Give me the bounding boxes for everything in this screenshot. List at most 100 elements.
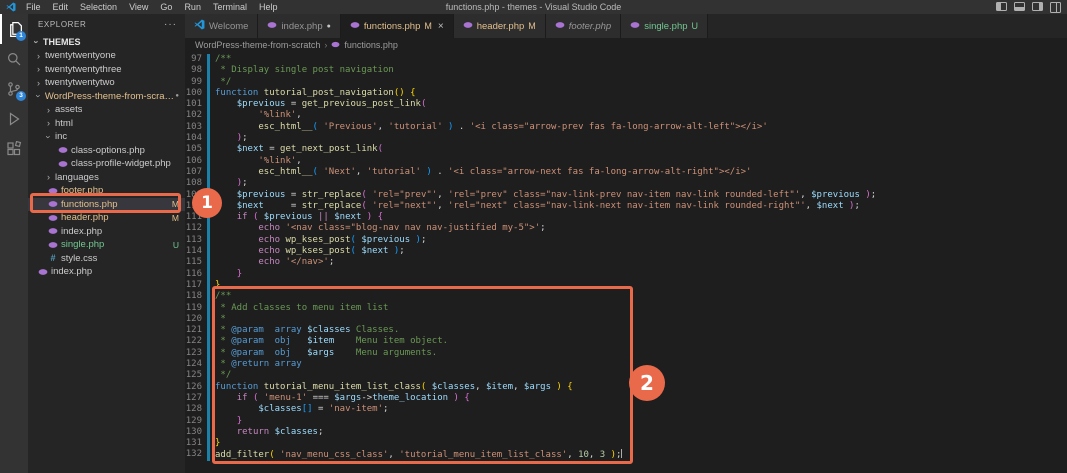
code-line[interactable]: 127 if ( 'menu-1' === $args->theme_locat… bbox=[185, 392, 1067, 405]
line-number[interactable]: 109 bbox=[185, 190, 207, 201]
line-number[interactable]: 106 bbox=[185, 156, 207, 167]
line-number[interactable]: 102 bbox=[185, 110, 207, 121]
line-number[interactable]: 104 bbox=[185, 133, 207, 144]
menu-selection[interactable]: Selection bbox=[74, 0, 123, 14]
code-line[interactable]: 123 * @param obj $args Menu arguments. bbox=[185, 347, 1067, 360]
tree-item-single-php[interactable]: single.php U bbox=[28, 238, 185, 252]
line-number[interactable]: 117 bbox=[185, 280, 207, 291]
line-number[interactable]: 124 bbox=[185, 359, 207, 370]
tree-item-class-profile-widget-php[interactable]: class-profile-widget.php bbox=[28, 157, 185, 171]
line-number[interactable]: 100 bbox=[185, 88, 207, 99]
line-number[interactable]: 123 bbox=[185, 348, 207, 359]
code-line[interactable]: 121 * @param array $classes Classes. bbox=[185, 325, 1067, 337]
line-number[interactable]: 130 bbox=[185, 427, 207, 438]
extensions-icon[interactable] bbox=[0, 134, 28, 164]
code-line[interactable]: 120 * bbox=[185, 313, 1067, 326]
code-line[interactable]: 102 '%link', bbox=[185, 110, 1067, 122]
line-number[interactable]: 107 bbox=[185, 167, 207, 178]
code-line[interactable]: 108 ); bbox=[185, 178, 1067, 190]
menu-terminal[interactable]: Terminal bbox=[207, 0, 253, 14]
run-debug-icon[interactable] bbox=[0, 104, 28, 134]
code-line[interactable]: 126 function tutorial_menu_item_list_clas… bbox=[185, 381, 1067, 393]
code-line[interactable]: 129 } bbox=[185, 415, 1067, 427]
code-line[interactable]: 109 $previous = str_replace( 'rel="prev"… bbox=[185, 189, 1067, 201]
menu-edit[interactable]: Edit bbox=[47, 0, 75, 14]
code-line[interactable]: 110 $next = str_replace( 'rel="next"', '… bbox=[185, 200, 1067, 213]
tree-item-index-php[interactable]: index.php bbox=[28, 225, 185, 239]
code-line[interactable]: 104 ); bbox=[185, 133, 1067, 145]
line-number[interactable]: 126 bbox=[185, 382, 207, 393]
line-number[interactable]: 103 bbox=[185, 122, 207, 133]
line-number[interactable]: 108 bbox=[185, 178, 207, 189]
toggle-panel-icon[interactable] bbox=[1014, 2, 1025, 11]
search-icon[interactable] bbox=[0, 44, 28, 74]
tree-item-WordPress-theme-from-scratch[interactable]: › WordPress-theme-from-scratch ● bbox=[28, 90, 185, 104]
tab-single-php[interactable]: single.php U bbox=[621, 14, 709, 38]
line-number[interactable]: 120 bbox=[185, 314, 207, 325]
code-line[interactable]: 115 echo '</nav>'; bbox=[185, 257, 1067, 269]
toggle-sidebar-icon[interactable] bbox=[996, 2, 1007, 11]
menu-file[interactable]: File bbox=[20, 0, 47, 14]
tab-header-php[interactable]: header.php M bbox=[453, 14, 546, 38]
tab-footer-php[interactable]: footer.php bbox=[545, 14, 622, 38]
line-number[interactable]: 132 bbox=[185, 449, 207, 460]
tree-item-functions-php[interactable]: functions.php M bbox=[28, 197, 185, 211]
close-icon[interactable]: × bbox=[438, 21, 444, 32]
customize-layout-icon[interactable] bbox=[1050, 2, 1061, 14]
code-line[interactable]: 106 '%link', bbox=[185, 155, 1067, 167]
line-number[interactable]: 119 bbox=[185, 303, 207, 314]
more-actions-icon[interactable]: ··· bbox=[164, 19, 177, 30]
tree-item-assets[interactable]: › assets bbox=[28, 103, 185, 117]
line-number[interactable]: 112 bbox=[185, 223, 207, 234]
code-line[interactable]: 117} bbox=[185, 279, 1067, 292]
code-line[interactable]: 98 * Display single post navigation bbox=[185, 65, 1067, 77]
line-number[interactable]: 113 bbox=[185, 235, 207, 246]
code-line[interactable]: 130 return $classes; bbox=[185, 426, 1067, 439]
breadcrumb-folder[interactable]: WordPress-theme-from-scratch bbox=[195, 40, 320, 50]
line-number[interactable]: 127 bbox=[185, 393, 207, 404]
code-line[interactable]: 113 echo wp_kses_post( $previous ); bbox=[185, 234, 1067, 247]
line-number[interactable]: 111 bbox=[185, 212, 207, 223]
line-number[interactable]: 129 bbox=[185, 416, 207, 427]
tree-item-twentytwentytwo[interactable]: › twentytwentytwo bbox=[28, 76, 185, 90]
code-line[interactable]: 103 esc_html__( 'Previous', 'tutorial' )… bbox=[185, 121, 1067, 134]
toggle-secondary-sidebar-icon[interactable] bbox=[1032, 2, 1043, 11]
code-line[interactable]: 122 * @param obj $item Menu item object. bbox=[185, 336, 1067, 348]
line-number[interactable]: 99 bbox=[185, 77, 207, 88]
tree-item-html[interactable]: › html bbox=[28, 117, 185, 131]
menu-go[interactable]: Go bbox=[154, 0, 178, 14]
code-line[interactable]: 118 /** bbox=[185, 291, 1067, 303]
tree-item-header-php[interactable]: header.php M bbox=[28, 211, 185, 225]
code-line[interactable]: 132 add_filter( 'nav_menu_css_class', 'tu… bbox=[185, 449, 1067, 461]
tree-item-inc[interactable]: › inc bbox=[28, 130, 185, 144]
tab-Welcome[interactable]: Welcome bbox=[185, 14, 259, 38]
code-line[interactable]: 124 * @return array bbox=[185, 359, 1067, 371]
code-line[interactable]: 107 esc_html__( 'Next', 'tutorial' ) . '… bbox=[185, 166, 1067, 179]
tab-index-php[interactable]: index.php ● bbox=[258, 14, 341, 38]
line-number[interactable]: 115 bbox=[185, 257, 207, 268]
tree-item-footer-php[interactable]: footer.php bbox=[28, 184, 185, 198]
line-number[interactable]: 131 bbox=[185, 438, 207, 449]
line-number[interactable]: 98 bbox=[185, 65, 207, 76]
code-line[interactable]: 99 */ bbox=[185, 76, 1067, 88]
line-number[interactable]: 121 bbox=[185, 325, 207, 336]
code-line[interactable]: 128 $classes[] = 'nav-item'; bbox=[185, 404, 1067, 416]
tree-item-index-php[interactable]: index.php bbox=[28, 265, 185, 279]
tree-item-twentytwentythree[interactable]: › twentytwentythree bbox=[28, 63, 185, 77]
line-number[interactable]: 105 bbox=[185, 144, 207, 155]
code-line[interactable]: 131} bbox=[185, 438, 1067, 450]
explorer-icon[interactable]: 1 bbox=[0, 14, 28, 44]
source-control-icon[interactable]: 3 bbox=[0, 74, 28, 104]
line-number[interactable]: 118 bbox=[185, 291, 207, 302]
menu-view[interactable]: View bbox=[123, 0, 154, 14]
line-number[interactable]: 110 bbox=[185, 201, 207, 212]
code-line[interactable]: 114 echo wp_kses_post( $next ); bbox=[185, 246, 1067, 258]
line-number[interactable]: 128 bbox=[185, 404, 207, 415]
breadcrumb-file[interactable]: functions.php bbox=[344, 40, 398, 50]
code-line[interactable]: 112 echo '<nav class="blog-nav nav nav-j… bbox=[185, 223, 1067, 235]
code-line[interactable]: 100 function tutorial_post_navigation() { bbox=[185, 87, 1067, 100]
tree-item-class-options-php[interactable]: class-options.php bbox=[28, 144, 185, 158]
menu-run[interactable]: Run bbox=[178, 0, 207, 14]
code-line[interactable]: 116 } bbox=[185, 268, 1067, 280]
code-line[interactable]: 125 */ bbox=[185, 370, 1067, 382]
